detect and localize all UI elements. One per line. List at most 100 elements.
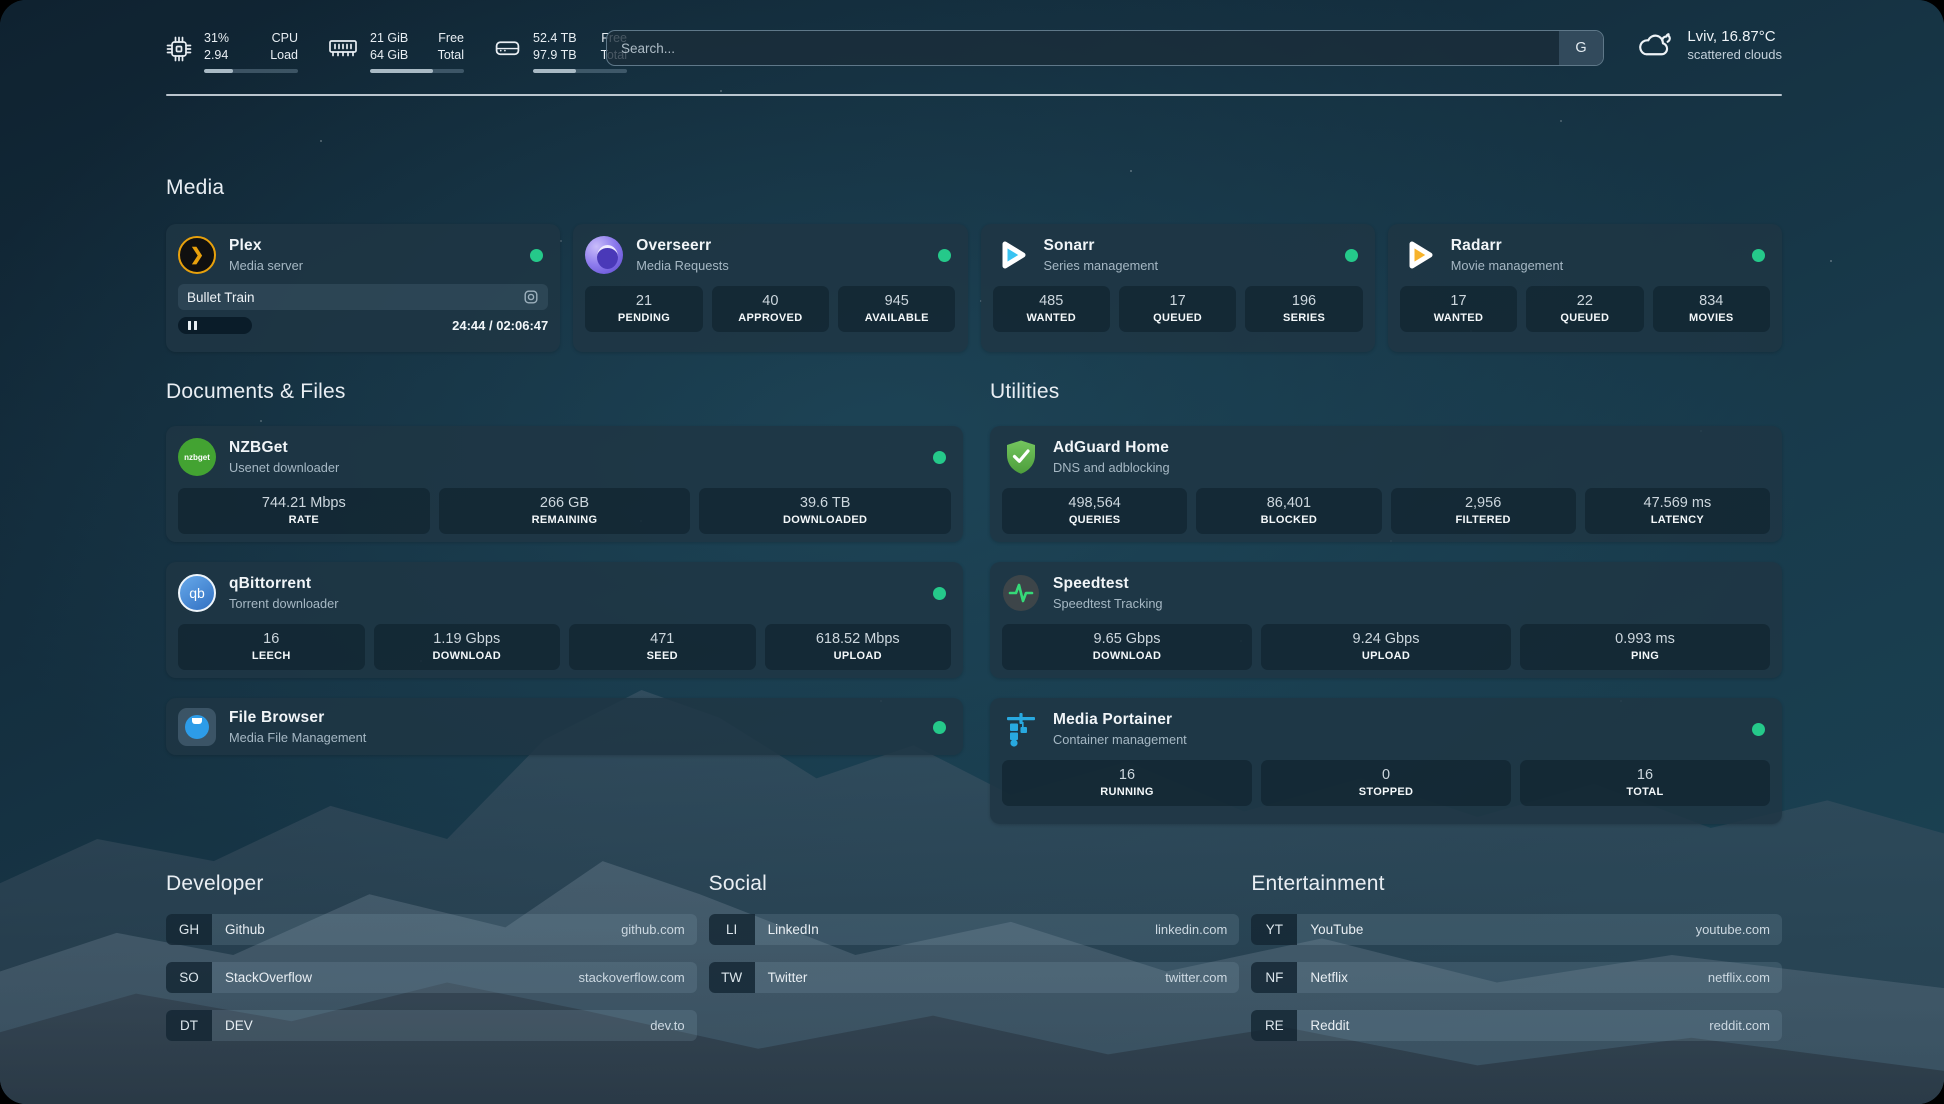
section-heading-media: Media (166, 176, 1782, 200)
memory-free-value: 21 GiB (370, 30, 408, 47)
stat-box: 21PENDING (585, 286, 702, 332)
cpu-progress-bar (204, 69, 298, 73)
sonarr-icon (993, 236, 1031, 274)
status-dot (1752, 249, 1765, 262)
service-title: AdGuard Home (1053, 439, 1770, 457)
stat-box: 17QUEUED (1119, 286, 1236, 332)
stat-box: 0.993 msPING (1520, 624, 1770, 670)
plex-card[interactable]: Plex Media server Bullet Train 24:44 / (166, 224, 560, 352)
bookmarks-row: Developer GH Github github.com SO StackO… (166, 872, 1782, 1041)
memory-progress-bar (370, 69, 464, 73)
bookmark-url: linkedin.com (1155, 914, 1239, 945)
section-developer: Developer GH Github github.com SO StackO… (166, 872, 697, 1041)
bookmark-url: twitter.com (1165, 962, 1239, 993)
stat-box: 945AVAILABLE (838, 286, 955, 332)
section-heading-social: Social (709, 872, 1240, 896)
cpu-chip-icon (166, 36, 192, 62)
bookmark-youtube[interactable]: YT YouTube youtube.com (1251, 914, 1782, 945)
stat-box: 485WANTED (993, 286, 1110, 332)
service-title: NZBGet (229, 439, 920, 457)
bookmark-abbr: GH (166, 914, 212, 945)
bookmark-abbr: LI (709, 914, 755, 945)
service-subtitle: Container management (1053, 732, 1739, 747)
bookmark-twitter[interactable]: TW Twitter twitter.com (709, 962, 1240, 993)
qbittorrent-card[interactable]: qb qBittorrent Torrent downloader 16LEEC… (166, 562, 963, 678)
bookmark-url: stackoverflow.com (578, 962, 696, 993)
pause-button[interactable] (178, 317, 252, 334)
status-dot (933, 721, 946, 734)
overseerr-icon (585, 236, 623, 274)
search-provider-button[interactable]: G (1559, 31, 1603, 65)
disk-free-value: 52.4 TB (533, 30, 577, 47)
bookmark-reddit[interactable]: RE Reddit reddit.com (1251, 1010, 1782, 1041)
service-subtitle: Speedtest Tracking (1053, 596, 1770, 611)
stat-box: 471SEED (569, 624, 756, 670)
overseerr-card[interactable]: Overseerr Media Requests 21PENDING 40APP… (573, 224, 967, 352)
stat-box: 744.21 MbpsRATE (178, 488, 430, 534)
service-title: Media Portainer (1053, 711, 1739, 729)
stat-box: 2,956FILTERED (1391, 488, 1576, 534)
service-title: Sonarr (1044, 237, 1332, 255)
bookmark-url: netflix.com (1708, 962, 1782, 993)
status-dot (1752, 723, 1765, 736)
radarr-card[interactable]: Radarr Movie management 17WANTED 22QUEUE… (1388, 224, 1782, 352)
section-heading-developer: Developer (166, 872, 697, 896)
bookmark-url: youtube.com (1696, 914, 1782, 945)
stat-box: 40APPROVED (712, 286, 829, 332)
bookmark-name: Reddit (1297, 1010, 1709, 1041)
cpu-label: CPU (270, 30, 298, 47)
now-playing-settings-icon[interactable] (523, 289, 539, 305)
search-bar: G (606, 30, 1604, 66)
bookmark-url: github.com (621, 914, 697, 945)
stat-box: 16TOTAL (1520, 760, 1770, 806)
sonarr-card[interactable]: Sonarr Series management 485WANTED 17QUE… (981, 224, 1375, 352)
bookmark-name: Twitter (755, 962, 1166, 993)
bookmark-name: Netflix (1297, 962, 1708, 993)
stat-box: 1.19 GbpsDOWNLOAD (374, 624, 561, 670)
stat-box: 22QUEUED (1526, 286, 1643, 332)
weather-location-temp: Lviv, 16.87°C (1687, 28, 1782, 45)
bookmark-netflix[interactable]: NF Netflix netflix.com (1251, 962, 1782, 993)
cpu-widget: 31% 2.94 CPU Load (166, 30, 298, 73)
cloud-icon (1636, 30, 1673, 60)
pause-icon (188, 321, 191, 330)
stat-box: 17WANTED (1400, 286, 1517, 332)
now-playing-row: Bullet Train (178, 284, 548, 310)
section-heading-utilities: Utilities (990, 380, 1782, 404)
adguard-shield-icon (1002, 438, 1040, 476)
bookmark-name: Github (212, 914, 621, 945)
stat-box: 47.569 msLATENCY (1585, 488, 1770, 534)
cpu-load-label: Load (270, 47, 298, 64)
search-input[interactable] (606, 30, 1604, 66)
speedtest-card[interactable]: Speedtest Speedtest Tracking 9.65 GbpsDO… (990, 562, 1782, 678)
adguard-card[interactable]: AdGuard Home DNS and adblocking 498,564Q… (990, 426, 1782, 542)
nzbget-icon: nzbget (178, 438, 216, 476)
bookmark-github[interactable]: GH Github github.com (166, 914, 697, 945)
status-dot (933, 587, 946, 600)
bookmark-dev[interactable]: DT DEV dev.to (166, 1010, 697, 1041)
bookmark-abbr: RE (1251, 1010, 1297, 1041)
service-title: Overseerr (636, 237, 924, 255)
top-bar: 31% 2.94 CPU Load (166, 28, 1782, 76)
playback-time: 24:44 / 02:06:47 (452, 318, 548, 333)
filebrowser-card[interactable]: File Browser Media File Management (166, 698, 963, 755)
section-media: Media Plex Media server Bullet Train (166, 176, 1782, 352)
stat-box: 0STOPPED (1261, 760, 1511, 806)
stat-box: 9.65 GbpsDOWNLOAD (1002, 624, 1252, 670)
portainer-card[interactable]: Media Portainer Container management 16R… (990, 698, 1782, 824)
section-documents-files: Documents & Files nzbget NZBGet Usenet d… (166, 380, 963, 755)
nzbget-card[interactable]: nzbget NZBGet Usenet downloader 744.21 M… (166, 426, 963, 542)
bookmark-stackoverflow[interactable]: SO StackOverflow stackoverflow.com (166, 962, 697, 993)
stat-box: 834MOVIES (1653, 286, 1770, 332)
bookmark-abbr: SO (166, 962, 212, 993)
status-dot (933, 451, 946, 464)
service-title: Radarr (1451, 237, 1739, 255)
disk-icon (494, 36, 521, 60)
bookmark-linkedin[interactable]: LI LinkedIn linkedin.com (709, 914, 1240, 945)
stat-box: 16LEECH (178, 624, 365, 670)
status-dot (938, 249, 951, 262)
disk-progress-fill (533, 69, 576, 73)
service-title: qBittorrent (229, 575, 920, 593)
bookmark-url: dev.to (650, 1010, 696, 1041)
bookmark-url: reddit.com (1709, 1010, 1782, 1041)
